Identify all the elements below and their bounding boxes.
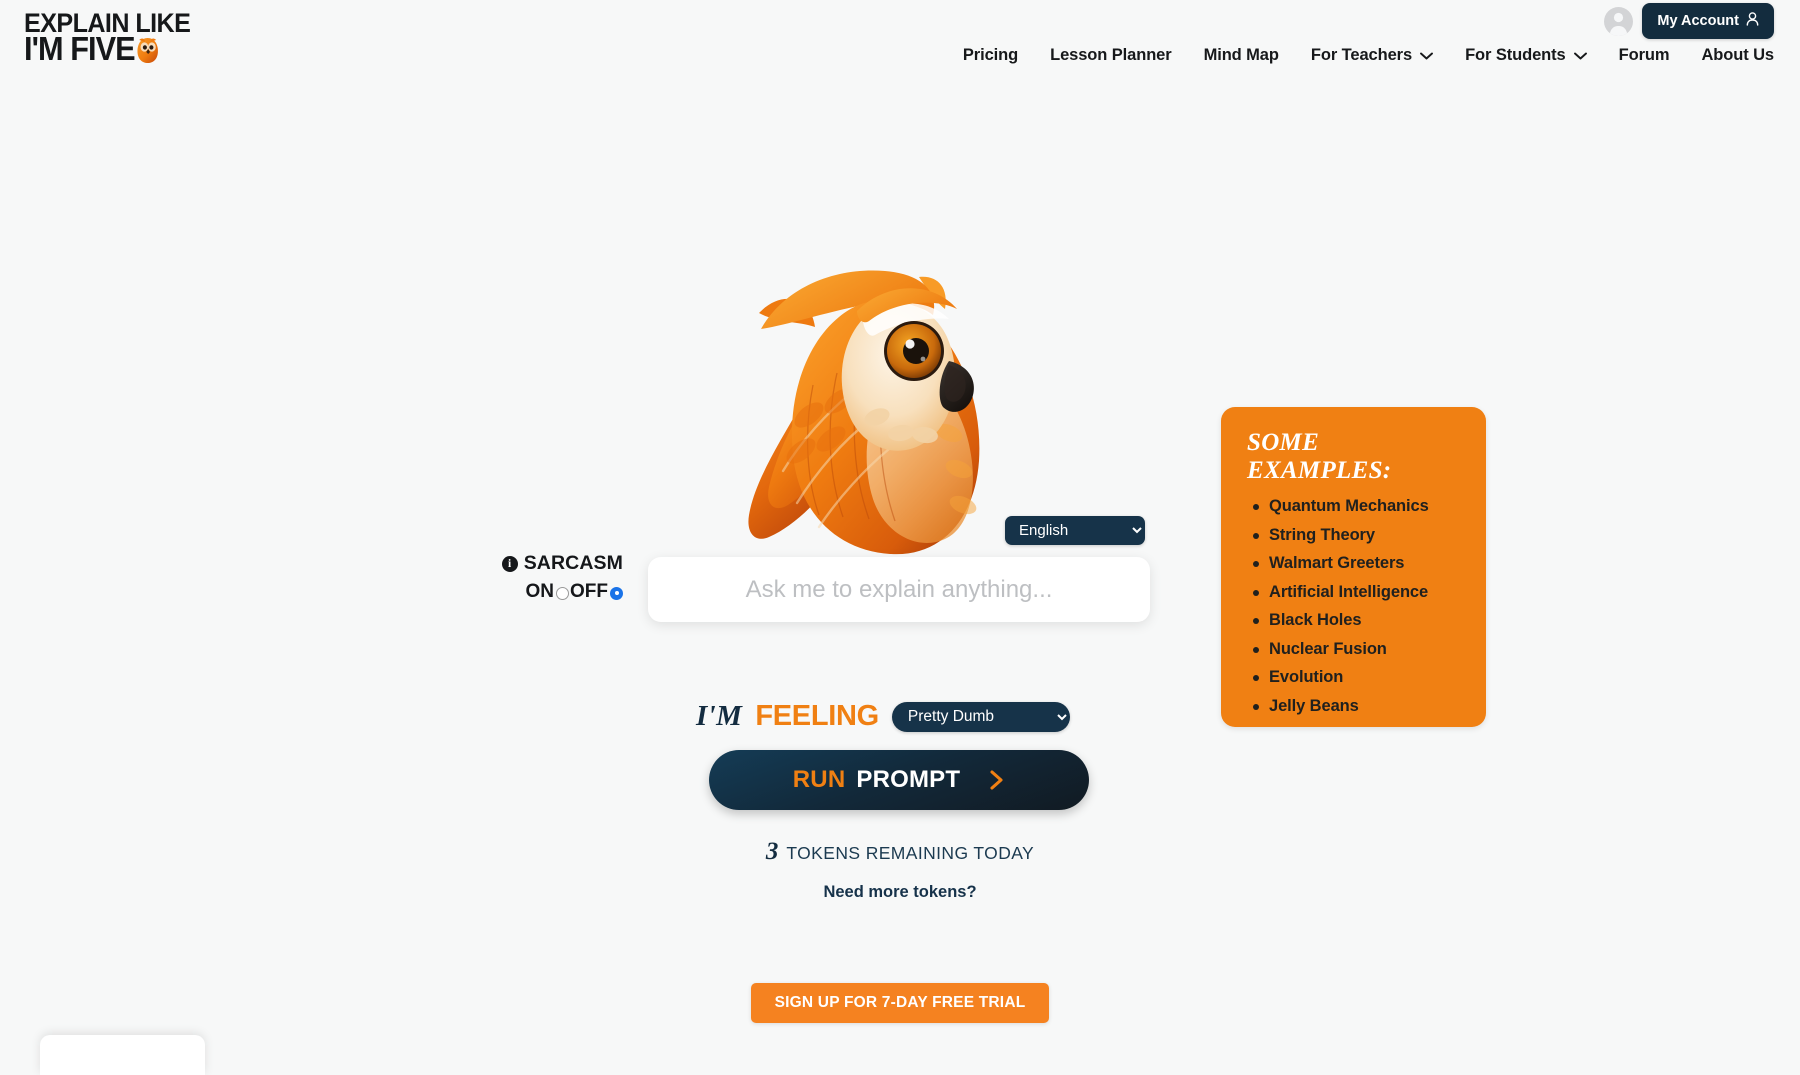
run-prompt-word-one: RUN bbox=[792, 766, 846, 793]
account-area: My Account bbox=[1604, 3, 1774, 39]
run-prompt-button[interactable]: RUN PROMPT bbox=[709, 750, 1089, 810]
logo-line-two: I'M FIVE bbox=[24, 30, 136, 68]
nav-label: For Students bbox=[1465, 46, 1566, 64]
avatar-placeholder-icon bbox=[1609, 12, 1628, 36]
chevron-down-icon bbox=[1573, 52, 1587, 60]
sarcasm-on-label: ON bbox=[525, 581, 555, 602]
language-select[interactable]: English Spanish French German Chinese bbox=[1005, 516, 1145, 545]
nav-label: For Teachers bbox=[1310, 46, 1413, 64]
list-item[interactable]: Walmart Greeters bbox=[1247, 554, 1460, 573]
hero-stage: i SARCASM ON OFF English Spanish French … bbox=[0, 100, 1800, 1075]
list-item[interactable]: String Theory bbox=[1247, 526, 1460, 545]
list-item[interactable]: Black Holes bbox=[1247, 611, 1460, 630]
examples-title: SOME EXAMPLES: bbox=[1247, 429, 1392, 484]
my-account-button[interactable]: My Account bbox=[1642, 3, 1774, 39]
list-item[interactable]: Evolution bbox=[1247, 668, 1460, 687]
tokens-count: 3 bbox=[765, 838, 779, 865]
feeling-row: I'M FEELING Pretty Dumb Kinda Smart Geni… bbox=[696, 700, 1070, 733]
list-item[interactable]: Jelly Beans bbox=[1247, 697, 1460, 716]
nav-label: Pricing bbox=[962, 46, 1019, 64]
list-item[interactable]: Nuclear Fusion bbox=[1247, 640, 1460, 659]
examples-list: Quantum Mechanics String Theory Walmart … bbox=[1247, 497, 1460, 716]
owl-icon bbox=[136, 36, 160, 64]
nav-label: About Us bbox=[1701, 46, 1774, 64]
sarcasm-on-radio[interactable] bbox=[556, 586, 569, 600]
nav-item-pricing[interactable]: Pricing bbox=[947, 46, 1034, 65]
need-more-tokens-link[interactable]: Need more tokens? bbox=[0, 883, 1800, 902]
run-prompt-word-two: PROMPT bbox=[856, 766, 961, 793]
chevron-down-icon bbox=[1420, 52, 1434, 60]
list-item[interactable]: Artificial Intelligence bbox=[1247, 583, 1460, 602]
examples-panel: SOME EXAMPLES: Quantum Mechanics String … bbox=[1221, 407, 1486, 727]
my-account-label: My Account bbox=[1657, 13, 1739, 29]
site-header: EXPLAIN LIKE I'M FIVE My Account Pricing… bbox=[0, 0, 1800, 100]
signup-free-trial-button[interactable]: SIGN UP FOR 7-DAY FREE TRIAL bbox=[751, 983, 1049, 1023]
sarcasm-off-label: OFF bbox=[570, 581, 608, 602]
ask-input-card[interactable] bbox=[648, 557, 1150, 622]
sarcasm-label: SARCASM bbox=[523, 552, 623, 574]
owl-mascot-icon bbox=[743, 265, 1033, 555]
nav-item-mind-map[interactable]: Mind Map bbox=[1188, 46, 1295, 65]
nav-item-for-students[interactable]: For Students bbox=[1449, 46, 1603, 65]
ask-input[interactable] bbox=[648, 557, 1150, 622]
nav-item-for-teachers[interactable]: For Teachers bbox=[1295, 46, 1449, 65]
nav-label: Lesson Planner bbox=[1050, 46, 1172, 64]
nav-item-lesson-planner[interactable]: Lesson Planner bbox=[1034, 46, 1187, 65]
bottom-left-widget[interactable] bbox=[40, 1035, 205, 1075]
tokens-remaining: 3 TOKENS REMAINING TODAY bbox=[0, 838, 1800, 866]
feeling-select[interactable]: Pretty Dumb Kinda Smart Genius bbox=[891, 701, 1070, 732]
tokens-label: TOKENS REMAINING TODAY bbox=[786, 843, 1035, 863]
sarcasm-off-radio[interactable] bbox=[610, 586, 623, 600]
nav-label: Mind Map bbox=[1203, 46, 1279, 64]
nav-item-about-us[interactable]: About Us bbox=[1685, 46, 1774, 65]
nav-label: Forum bbox=[1618, 46, 1670, 64]
main-nav: Pricing Lesson Planner Mind Map For Teac… bbox=[947, 46, 1774, 65]
feeling-prefix: I'M bbox=[696, 700, 743, 732]
sarcasm-control: i SARCASM ON OFF bbox=[498, 552, 623, 603]
feeling-word: FEELING bbox=[755, 700, 879, 732]
site-logo[interactable]: EXPLAIN LIKE I'M FIVE bbox=[24, 9, 203, 68]
user-icon bbox=[1746, 12, 1759, 30]
avatar[interactable] bbox=[1604, 6, 1634, 36]
chevron-right-icon bbox=[989, 769, 1005, 791]
nav-item-forum[interactable]: Forum bbox=[1603, 46, 1686, 65]
list-item[interactable]: Quantum Mechanics bbox=[1247, 497, 1460, 516]
info-icon[interactable]: i bbox=[501, 555, 518, 572]
